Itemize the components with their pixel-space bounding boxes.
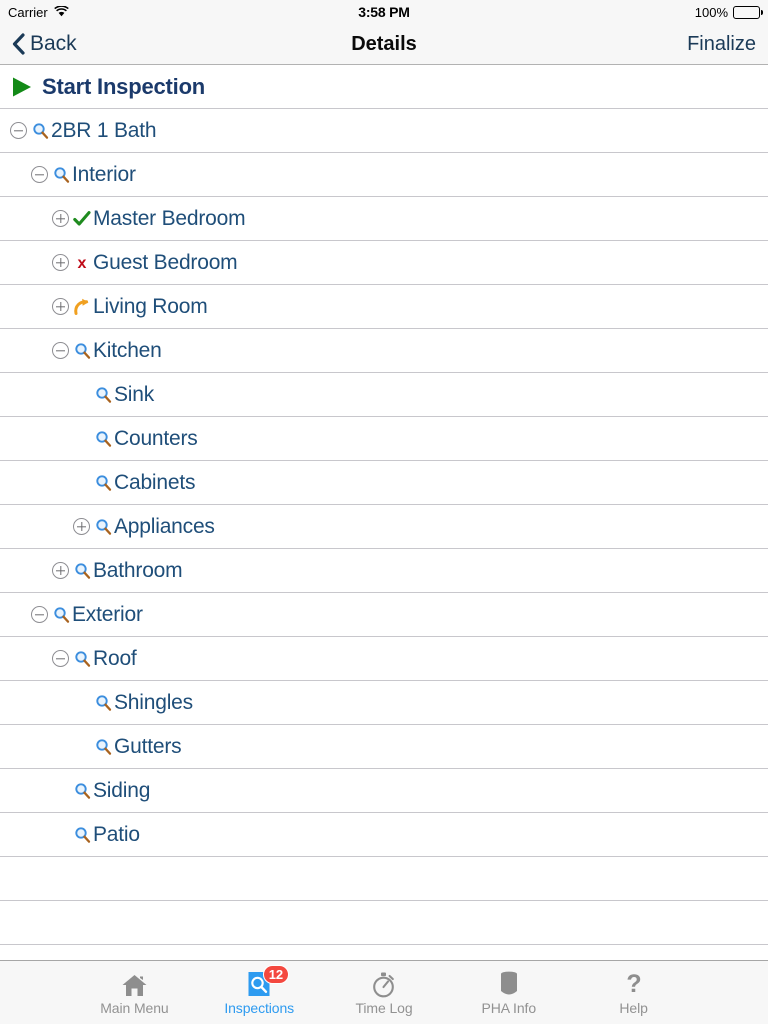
tree-row[interactable]: Appliances [0,505,768,549]
tree-row-label: 2BR 1 Bath [51,118,157,142]
magnifier-icon [94,693,112,713]
tree-row[interactable]: Shingles [0,681,768,725]
expand-toggle-icon[interactable] [52,210,69,227]
tree-row[interactable]: Sink [0,373,768,417]
tree-row-label: Patio [93,822,140,846]
battery-full-icon [733,5,763,19]
magnifier-icon [73,825,91,845]
tree-row[interactable]: Kitchen [0,329,768,373]
inspections-badge: 12 [262,964,290,984]
magnifier-icon [31,121,49,141]
tab-pha-info[interactable]: PHA Info [446,961,571,1024]
magnifier-icon [94,385,112,405]
tab-inspections-label: Inspections [224,999,295,1016]
x-icon: x [73,253,91,273]
battery-percent-label: 100% [694,4,728,20]
page-title: Details [351,32,417,55]
tab-pha-info-label: PHA Info [481,999,537,1016]
magnifier-icon [73,781,91,801]
tree-row[interactable]: Bathroom [0,549,768,593]
status-bar: Carrier 3:58 PM 100% [0,0,768,24]
expand-toggle-icon[interactable] [52,298,69,315]
stopwatch-icon [371,970,396,998]
question-mark-icon: ? [624,970,644,998]
chevron-left-icon [12,33,25,55]
tree-row[interactable]: 2BR 1 Bath [0,109,768,153]
inspection-tree-list: Start Inspection 2BR 1 Bath Interior Maste… [0,65,768,960]
expand-toggle-icon[interactable] [52,254,69,271]
tree-row[interactable]: Counters [0,417,768,461]
expand-toggle-icon[interactable] [73,518,90,535]
tree-row-label: Exterior [72,602,143,626]
magnifier-icon [73,341,91,361]
tab-time-log-label: Time Log [355,999,413,1016]
svg-text:x: x [78,255,87,271]
tree-row[interactable]: Patio [0,813,768,857]
magnifier-icon [94,473,112,493]
tree-row-label: Cabinets [114,470,196,494]
home-icon [121,970,148,998]
tree-row-label: Siding [93,778,151,802]
tree-row-label: Bathroom [93,558,183,582]
magnifier-icon [52,165,70,185]
magnifier-icon [52,605,70,625]
collapse-toggle-icon[interactable] [10,122,27,139]
tree-row[interactable]: Living Room [0,285,768,329]
tree-row-label: Counters [114,426,198,450]
svg-text:?: ? [626,971,641,998]
tab-main-menu[interactable]: Main Menu [72,961,197,1024]
magnifier-icon [94,737,112,757]
tree-row-label: Interior [72,162,136,186]
tree-row-label: Gutters [114,734,182,758]
tree-row[interactable]: Cabinets [0,461,768,505]
collapse-toggle-icon[interactable] [31,606,48,623]
app-screen: Carrier 3:58 PM 100% Back Details Finali… [0,0,768,1024]
start-inspection-row[interactable]: Start Inspection [0,65,768,109]
collapse-toggle-icon[interactable] [52,342,69,359]
magnifier-icon [94,517,112,537]
navigation-bar: Back Details Finalize [0,24,768,65]
collapse-toggle-icon[interactable] [52,650,69,667]
database-icon [498,970,520,998]
tree-row[interactable]: Master Bedroom [0,197,768,241]
finalize-button[interactable]: Finalize [687,33,756,56]
tree-row[interactable]: Roof [0,637,768,681]
tree-row-label: Roof [93,646,137,670]
expand-toggle-icon[interactable] [52,562,69,579]
tree-row[interactable]: Interior [0,153,768,197]
magnifier-icon [73,561,91,581]
status-bar-right: 100% [694,4,763,20]
tree-row[interactable]: Siding [0,769,768,813]
tree-row-label: Shingles [114,690,193,714]
tab-main-menu-label: Main Menu [100,999,169,1016]
tree-row-label: Kitchen [93,338,162,362]
back-button[interactable]: Back [12,32,77,56]
play-icon [13,77,31,96]
empty-row [0,857,768,901]
tab-inspections[interactable]: 12 Inspections [197,961,322,1024]
tree-row-label: Living Room [93,294,208,318]
back-button-label: Back [30,32,77,55]
magnifier-icon [94,429,112,449]
tree-row-label: Sink [114,382,155,406]
tree-row-label: Guest Bedroom [93,250,238,274]
tree-row-label: Master Bedroom [93,206,246,230]
tab-time-log[interactable]: Time Log [322,961,447,1024]
tab-bar: Main Menu 12 Inspections Time Log PHA In… [0,960,768,1024]
tree-row[interactable]: Gutters [0,725,768,769]
followup-arrow-icon [73,297,91,317]
tab-help[interactable]: ? Help [571,961,696,1024]
start-inspection-label: Start Inspection [42,73,206,99]
tab-help-label: Help [619,999,648,1016]
magnifier-icon [73,649,91,669]
tree-row[interactable]: Exterior [0,593,768,637]
collapse-toggle-icon[interactable] [31,166,48,183]
tree-row-label: Appliances [114,514,215,538]
check-icon [73,209,91,229]
status-bar-time: 3:58 PM [358,4,410,20]
empty-row [0,901,768,945]
tree-row[interactable]: x Guest Bedroom [0,241,768,285]
document-search-icon: 12 [246,964,290,998]
